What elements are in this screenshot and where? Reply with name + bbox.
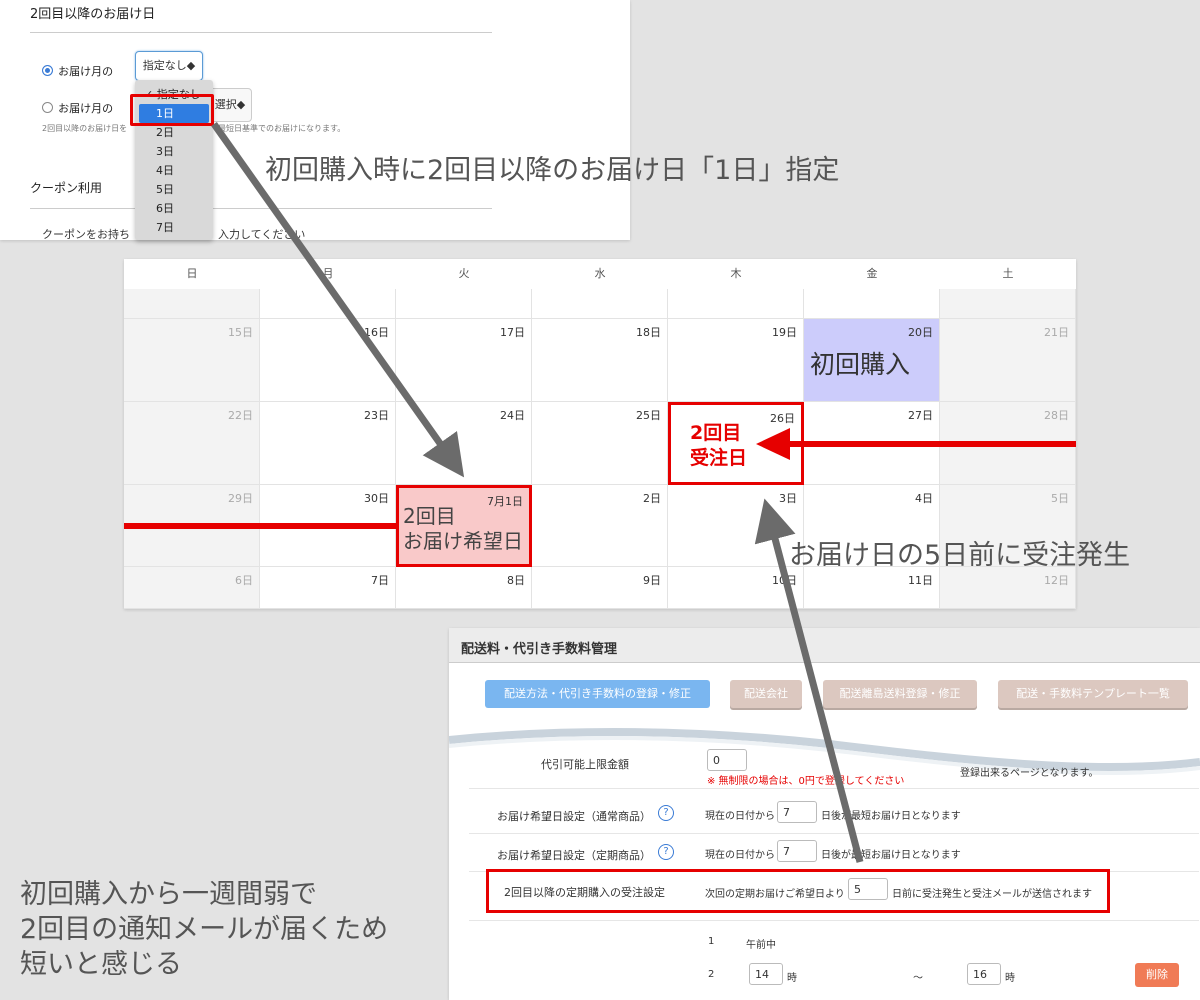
annotation-arrows [124, 121, 1076, 863]
arrow-to-delivery-date [211, 121, 465, 478]
red-arrow-head [756, 428, 790, 460]
arrow-to-order-day [754, 498, 864, 863]
